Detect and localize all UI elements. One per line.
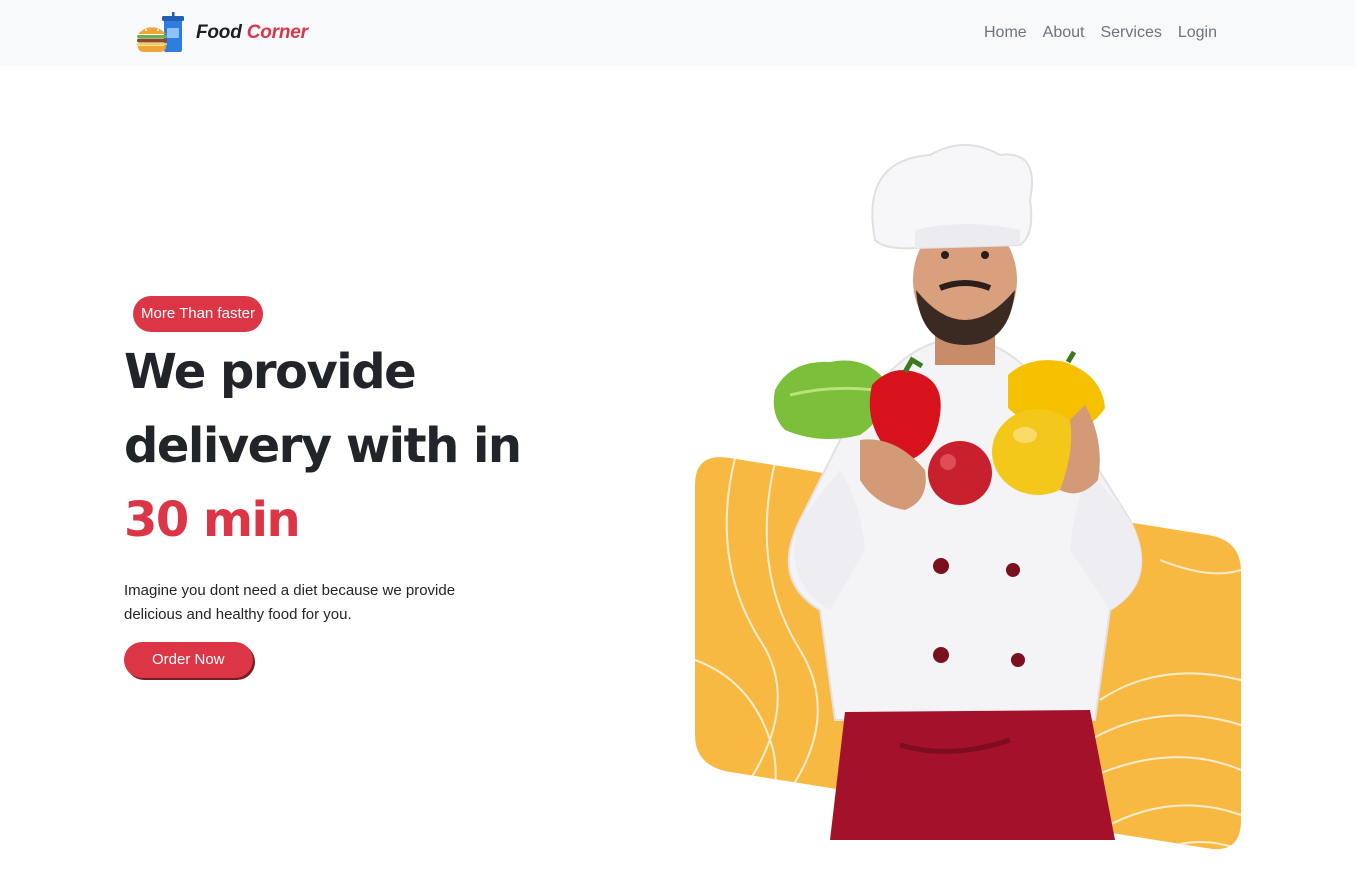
- hero-text: More Than faster We provide delivery wit…: [124, 296, 544, 678]
- hero-badge: More Than faster: [133, 296, 263, 332]
- brand-name: Food Corner: [196, 22, 308, 44]
- order-now-button[interactable]: Order Now: [124, 642, 253, 678]
- headline-accent: 30 min: [124, 492, 301, 548]
- headline-line-1: We provide: [124, 344, 417, 400]
- navbar: Food Corner Home About Services Login: [0, 0, 1355, 66]
- brand-word-food: Food: [196, 22, 242, 43]
- nav-link-services[interactable]: Services: [1100, 22, 1161, 44]
- nav-link-about[interactable]: About: [1043, 22, 1085, 44]
- nav-link-home[interactable]: Home: [984, 22, 1027, 44]
- hero-headline: We provide delivery with in 30 min: [124, 335, 544, 557]
- hero-illustration: [695, 144, 1241, 850]
- burger-drink-logo-icon: [137, 12, 184, 52]
- nav-link-login[interactable]: Login: [1178, 22, 1217, 44]
- brand-word-corner: Corner: [246, 22, 308, 43]
- brand[interactable]: Food Corner: [134, 12, 308, 54]
- hero-description: Imagine you dont need a diet because we …: [124, 582, 456, 623]
- headline-line-2: delivery with in: [124, 418, 522, 474]
- nav-links: Home About Services Login: [984, 22, 1217, 44]
